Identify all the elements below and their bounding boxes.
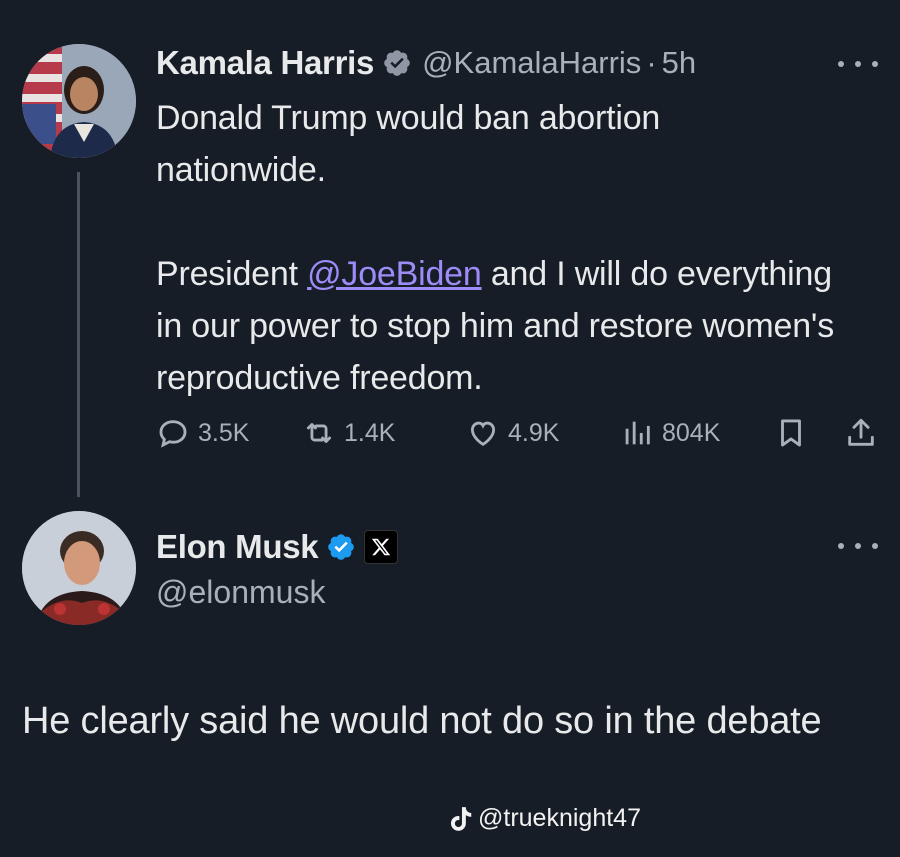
reply-icon <box>159 420 187 448</box>
reply-count: 3.5K <box>198 418 250 447</box>
watermark: @trueknight47 <box>448 804 641 833</box>
share-button[interactable] <box>844 416 878 450</box>
x-logo-icon <box>364 530 399 564</box>
tweet2-display-name[interactable]: Elon Musk <box>156 528 319 566</box>
tweet1-action-bar: 3.5K 1.4K 4.9K 804K <box>156 410 880 456</box>
tweet2-handle[interactable]: @elonmusk <box>156 574 325 611</box>
tweet1-handle[interactable]: @KamalaHarris <box>422 45 641 81</box>
repost-icon <box>306 423 332 443</box>
more-icon[interactable] <box>838 536 878 556</box>
like-count: 4.9K <box>508 418 560 447</box>
screenshot: Kamala Harris @KamalaHarris · 5h Donald … <box>0 0 900 857</box>
repost-count: 1.4K <box>344 418 396 447</box>
share-icon <box>848 418 874 446</box>
verified-badge-icon <box>382 48 412 78</box>
tweet1-timestamp[interactable]: 5h <box>662 45 696 81</box>
repost-button[interactable]: 1.4K <box>302 416 395 450</box>
bookmark-button[interactable] <box>774 416 808 450</box>
like-icon <box>470 421 496 446</box>
mention-link[interactable]: @JoeBiden <box>307 255 482 293</box>
more-icon[interactable] <box>838 54 878 74</box>
views-icon <box>625 421 650 445</box>
elon-musk-avatar[interactable] <box>22 511 136 625</box>
reply-button[interactable]: 3.5K <box>156 416 249 450</box>
thread-line <box>77 172 80 497</box>
tweet1-text-before: President <box>156 255 308 293</box>
tweet2-text: He clearly said he would not do so in th… <box>22 700 822 742</box>
views-button[interactable]: 804K <box>620 416 720 450</box>
views-count: 804K <box>662 418 721 447</box>
tweet1-display-name[interactable]: Kamala Harris <box>156 44 374 82</box>
bookmark-icon <box>781 419 801 447</box>
watermark-handle: @trueknight47 <box>478 804 641 832</box>
tweet1-text-line1: Donald Trump would ban abortion nationwi… <box>156 99 661 189</box>
tweet1-header: Kamala Harris @KamalaHarris · 5h <box>156 40 696 86</box>
tweet1-text-paragraph2: President @JoeBiden and I will do everyt… <box>156 248 856 404</box>
kamala-harris-avatar[interactable] <box>22 44 136 158</box>
verified-badge-icon <box>326 532 356 562</box>
separator-dot: · <box>646 45 657 80</box>
like-button[interactable]: 4.9K <box>466 416 559 450</box>
tiktok-icon <box>450 806 472 831</box>
tweet1-text: Donald Trump would ban abortion nationwi… <box>156 92 876 404</box>
tweet2-header: Elon Musk <box>156 524 399 570</box>
